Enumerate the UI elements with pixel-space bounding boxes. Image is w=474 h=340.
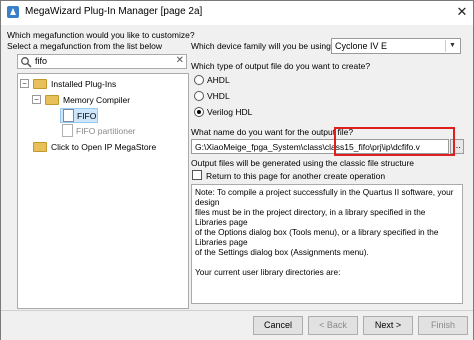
output-name-label: What name do you want for the output fil… xyxy=(191,127,354,137)
title-bar: MegaWizard Plug-In Manager [page 2a] ✕ xyxy=(1,1,473,25)
radio-vhdl[interactable] xyxy=(194,91,204,101)
device-family-select[interactable]: Cyclone IV E ▼ xyxy=(331,38,461,54)
cancel-button[interactable]: Cancel xyxy=(253,316,303,335)
radio-verilog-hdl[interactable] xyxy=(194,107,204,117)
finish-button[interactable]: Finish xyxy=(418,316,468,335)
folder-icon xyxy=(45,95,59,105)
return-checkbox-label: Return to this page for another create o… xyxy=(206,171,386,181)
radio-verilog-label: Verilog HDL xyxy=(207,107,253,117)
megafunction-instruction: Select a megafunction from the list belo… xyxy=(7,41,162,51)
tree-label-installed: Installed Plug-Ins xyxy=(51,79,117,89)
megawizard-window: MegaWizard Plug-In Manager [page 2a] ✕ W… xyxy=(0,0,474,340)
search-input[interactable]: fifo xyxy=(35,56,47,66)
library-note-box: Note: To compile a project successfully … xyxy=(191,184,463,304)
tree-node-memory-compiler[interactable]: − Memory Compiler xyxy=(32,93,182,107)
collapse-icon[interactable]: − xyxy=(20,79,29,88)
classic-structure-note: Output files will be generated using the… xyxy=(191,158,415,168)
window-title: MegaWizard Plug-In Manager [page 2a] xyxy=(25,6,203,17)
radio-ahdl-label: AHDL xyxy=(207,75,230,85)
device-family-value: Cyclone IV E xyxy=(335,41,388,51)
note-spacer xyxy=(195,257,459,267)
megafunction-search-field[interactable]: fifo ✕ xyxy=(17,54,187,69)
device-family-label: Which device family will you be using? xyxy=(191,41,336,51)
note-line: of the Settings dialog box (Assignments … xyxy=(195,247,369,257)
radio-ahdl[interactable] xyxy=(194,75,204,85)
tree-label-fifo-partitioner: FIFO partitioner xyxy=(76,126,136,136)
next-button[interactable]: Next > xyxy=(363,316,413,335)
back-button[interactable]: < Back xyxy=(308,316,358,335)
clear-search-icon[interactable]: ✕ xyxy=(176,55,184,66)
return-checkbox[interactable] xyxy=(192,170,202,180)
tree-node-megastore[interactable]: Click to Open IP MegaStore xyxy=(20,140,185,154)
folder-icon xyxy=(33,79,47,89)
highlight-annotation xyxy=(334,127,455,156)
button-bar: Cancel < Back Next > Finish xyxy=(1,310,473,340)
tree-label-fifo: FIFO xyxy=(77,111,97,121)
tree-label-memory-compiler: Memory Compiler xyxy=(63,95,131,105)
collapse-icon[interactable]: − xyxy=(32,95,41,104)
note-line: Note: To compile a project successfully … xyxy=(195,187,454,207)
radio-vhdl-label: VHDL xyxy=(207,91,230,101)
note-line: files must be in the project directory, … xyxy=(195,207,426,227)
note-line: of the Options dialog box (Tools menu), … xyxy=(195,227,439,247)
output-type-label: Which type of output file do you want to… xyxy=(191,61,371,71)
tree-node-fifo-partitioner[interactable]: FIFO partitioner xyxy=(60,124,170,138)
chevron-down-icon[interactable]: ▼ xyxy=(445,40,459,52)
search-icon xyxy=(21,57,32,68)
tree-node-fifo[interactable]: FIFO xyxy=(60,108,98,123)
library-directories-label: Your current user library directories ar… xyxy=(195,267,341,277)
megafunction-tree[interactable]: − Installed Plug-Ins − Memory Compiler F… xyxy=(17,73,189,309)
wizard-app-icon xyxy=(7,6,19,18)
folder-icon xyxy=(33,142,47,152)
tree-label-megastore: Click to Open IP MegaStore xyxy=(51,142,157,152)
close-window-button[interactable]: ✕ xyxy=(453,4,471,20)
tree-node-installed-plugins[interactable]: − Installed Plug-Ins xyxy=(20,77,180,91)
megafunction-document-icon xyxy=(63,109,74,122)
megafunction-question: Which megafunction would you like to cus… xyxy=(7,30,195,40)
megafunction-document-icon xyxy=(62,124,73,137)
